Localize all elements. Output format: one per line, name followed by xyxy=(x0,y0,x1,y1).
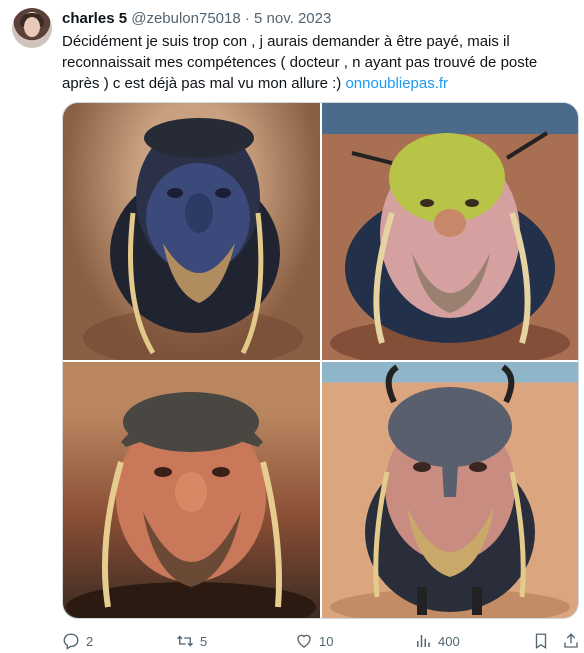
share-icon xyxy=(564,633,578,648)
viking-figure-horned-helmet-icon xyxy=(330,364,570,618)
reply-icon xyxy=(63,633,79,650)
viking-figure-blue-face-icon xyxy=(83,118,303,360)
tweet-date[interactable]: 5 nov. 2023 xyxy=(254,10,331,27)
heart-icon xyxy=(297,634,311,648)
tweet-header: charles 5 @zebulon75018 · 5 nov. 2023 xyxy=(62,9,331,29)
tweet-text: Décidément je suis trop con , j aurais d… xyxy=(62,31,562,94)
retweet-count: 5 xyxy=(200,633,208,649)
views-button[interactable]: 400 xyxy=(414,632,460,650)
media-image-3[interactable] xyxy=(63,362,320,618)
media-image-4[interactable] xyxy=(322,362,578,618)
author-handle[interactable]: @zebulon75018 xyxy=(131,10,240,27)
avatar[interactable] xyxy=(12,8,52,48)
views-count: 400 xyxy=(438,633,460,649)
tweet-body: Décidément je suis trop con , j aurais d… xyxy=(62,33,538,92)
like-count: 10 xyxy=(319,633,334,649)
separator-dot: · xyxy=(244,10,250,27)
bookmark-button[interactable] xyxy=(532,632,550,650)
tweet-link[interactable]: onnoubliepas.fr xyxy=(345,75,448,92)
author-name[interactable]: charles 5 xyxy=(62,10,127,27)
analytics-icon xyxy=(417,635,430,647)
viking-figure-helmet-icon xyxy=(66,392,316,618)
tweet-actions: 2 5 10 400 xyxy=(62,630,579,652)
reply-count: 2 xyxy=(86,633,94,649)
media-image-1[interactable] xyxy=(63,103,320,360)
like-button[interactable]: 10 xyxy=(295,632,333,650)
share-button[interactable] xyxy=(562,632,580,650)
retweet-button[interactable]: 5 xyxy=(176,632,207,650)
retweet-icon xyxy=(177,635,193,647)
media-image-2[interactable] xyxy=(322,103,578,360)
viking-figure-yellow-face-icon xyxy=(322,103,578,360)
reply-button[interactable]: 2 xyxy=(62,632,93,650)
avatar-face xyxy=(24,17,40,37)
bookmark-icon xyxy=(535,633,547,650)
media-grid xyxy=(62,102,579,619)
